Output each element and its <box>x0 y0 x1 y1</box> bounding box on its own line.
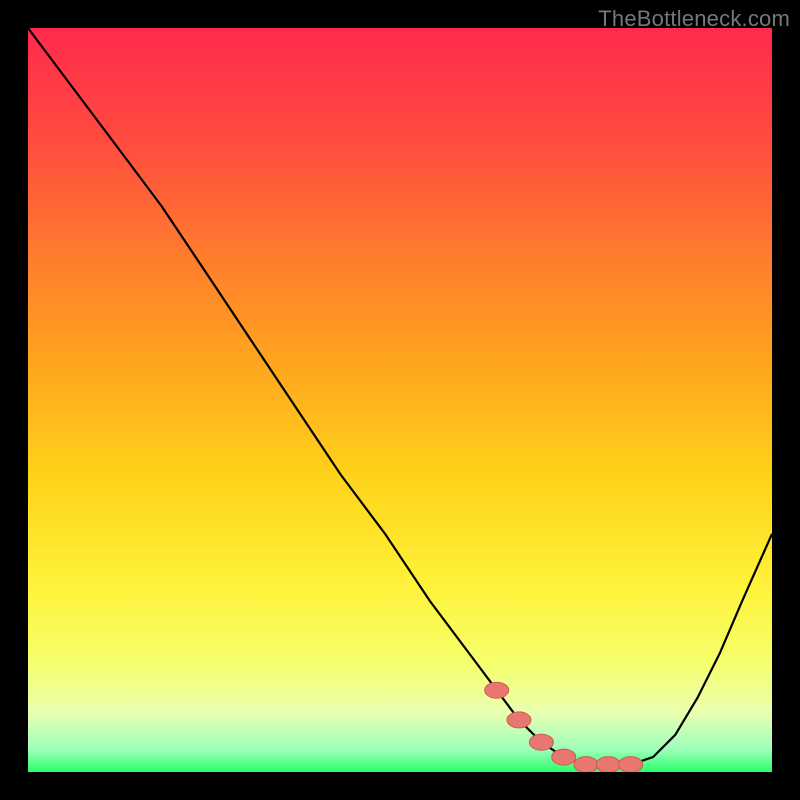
chart-container: TheBottleneck.com <box>0 0 800 800</box>
optimal-marker <box>574 757 598 772</box>
optimal-marker <box>529 734 553 750</box>
plot-svg <box>28 28 772 772</box>
watermark-text: TheBottleneck.com <box>598 6 790 32</box>
optimal-marker <box>485 682 509 698</box>
gradient-backdrop <box>28 28 772 772</box>
plot-frame <box>28 28 772 772</box>
optimal-marker <box>552 749 576 765</box>
optimal-marker <box>619 757 643 772</box>
optimal-marker <box>596 757 620 772</box>
optimal-marker <box>507 712 531 728</box>
